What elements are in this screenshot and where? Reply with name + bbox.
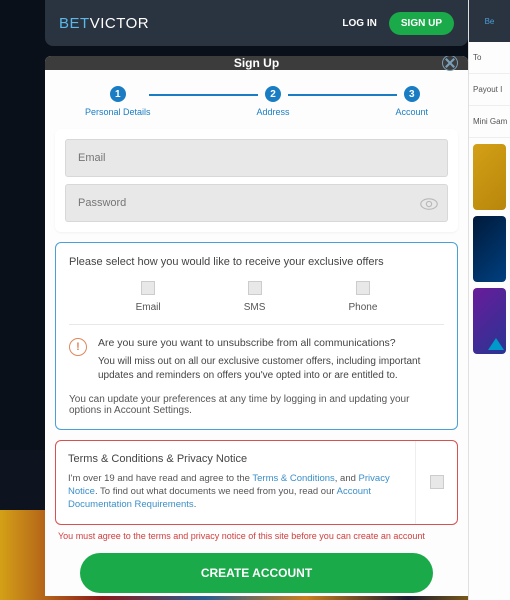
alert-icon: !	[69, 338, 87, 356]
right-sidebar: Be To Payout I Mini Gam	[468, 0, 510, 600]
step-connector	[288, 94, 398, 96]
step-label: Personal Details	[85, 107, 151, 117]
terms-left: Terms & Conditions & Privacy Notice I'm …	[56, 441, 415, 524]
warn-body: You will miss out on all our exclusive c…	[98, 356, 420, 381]
step-label: Account	[395, 107, 428, 117]
logo-suffix: VICTOR	[90, 15, 149, 32]
pref-label: Email	[136, 302, 161, 313]
terms-card: Terms & Conditions & Privacy Notice I'm …	[55, 440, 458, 525]
create-account-button[interactable]: CREATE ACCOUNT	[80, 553, 433, 593]
pref-label: SMS	[244, 302, 266, 313]
prefs-title: Please select how you would like to rece…	[69, 256, 444, 268]
sidebar-item[interactable]: To	[469, 42, 510, 74]
warning-row: ! Are you sure you want to unsubscribe f…	[69, 336, 444, 383]
progress-stepper: 1 Personal Details 2 Address 3 Account	[45, 70, 468, 129]
brand-logo[interactable]: BETVICTOR	[59, 15, 149, 32]
sidebar-top-item[interactable]: Be	[469, 0, 510, 42]
password-field[interactable]	[65, 184, 448, 222]
divider	[69, 324, 444, 325]
pref-label: Phone	[349, 302, 378, 313]
game-thumb[interactable]	[473, 144, 506, 210]
preferences-card: Please select how you would like to rece…	[55, 242, 458, 430]
terms-link[interactable]: Terms & Conditions	[252, 473, 334, 484]
step-label: Address	[256, 107, 289, 117]
warning-text: Are you sure you want to unsubscribe fro…	[98, 336, 444, 383]
logo-prefix: BET	[59, 15, 90, 32]
step-connector	[149, 94, 259, 96]
pref-option-sms: SMS	[244, 281, 266, 313]
checkbox-sms[interactable]	[248, 281, 262, 295]
step-personal-details: 1 Personal Details	[85, 86, 151, 117]
eye-icon[interactable]	[420, 197, 438, 209]
checkbox-phone[interactable]	[356, 281, 370, 295]
error-message: You must agree to the terms and privacy …	[45, 531, 468, 549]
game-thumb[interactable]	[473, 288, 506, 354]
pref-option-email: Email	[136, 281, 161, 313]
signup-button[interactable]: SIGN UP	[389, 12, 454, 35]
sidebar-item[interactable]: Mini Gam	[469, 106, 510, 138]
terms-title: Terms & Conditions & Privacy Notice	[68, 453, 403, 465]
login-link[interactable]: LOG IN	[342, 18, 376, 29]
sidebar-item[interactable]: Payout I	[469, 74, 510, 106]
modal-header: Sign Up	[45, 56, 468, 70]
modal-title: Sign Up	[234, 56, 279, 70]
email-field[interactable]	[65, 139, 448, 177]
terms-text: I'm over 19 and have read and agree to t…	[68, 472, 403, 512]
close-icon[interactable]	[442, 56, 458, 71]
step-number: 3	[404, 86, 420, 102]
signup-modal: Sign Up 1 Personal Details 2 Address 3 A…	[45, 56, 468, 596]
site-header: BETVICTOR LOG IN SIGN UP	[45, 0, 468, 46]
credentials-card	[55, 129, 458, 232]
step-address: 2 Address	[256, 86, 289, 117]
checkbox-terms[interactable]	[430, 475, 444, 489]
prefs-options-row: Email SMS Phone	[69, 281, 444, 313]
step-account: 3 Account	[395, 86, 428, 117]
step-number: 1	[110, 86, 126, 102]
game-thumb[interactable]	[473, 216, 506, 282]
step-number: 2	[265, 86, 281, 102]
pref-option-phone: Phone	[349, 281, 378, 313]
terms-checkbox-cell	[415, 441, 457, 524]
prefs-footer: You can update your preferences at any t…	[69, 394, 444, 416]
checkbox-email[interactable]	[141, 281, 155, 295]
warn-question: Are you sure you want to unsubscribe fro…	[98, 336, 444, 351]
